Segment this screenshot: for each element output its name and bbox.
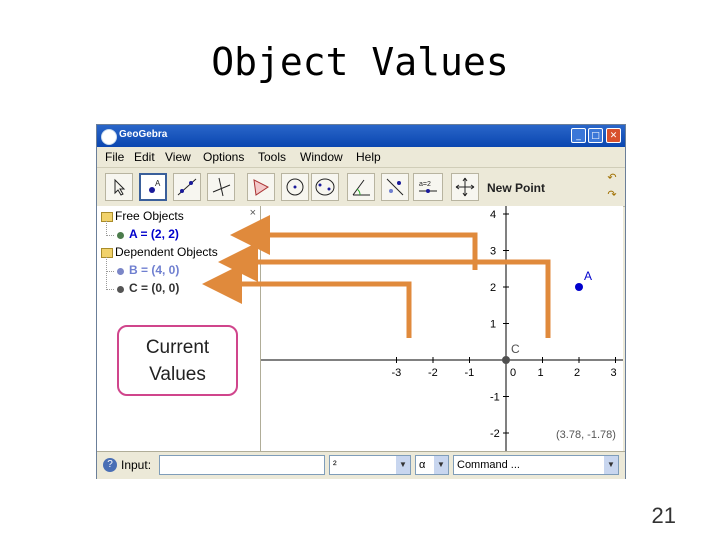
callout-line-2: Values xyxy=(149,364,206,385)
annotation-arrows xyxy=(202,215,551,338)
arrow-to-point-a-value xyxy=(230,215,478,270)
current-values-callout: Current Values xyxy=(117,325,238,396)
arrow-to-point-b-value xyxy=(218,242,551,338)
arrow-to-point-c-value xyxy=(202,264,412,338)
callout-line-1: Current xyxy=(145,337,210,358)
slide-number: 21 xyxy=(651,503,676,528)
